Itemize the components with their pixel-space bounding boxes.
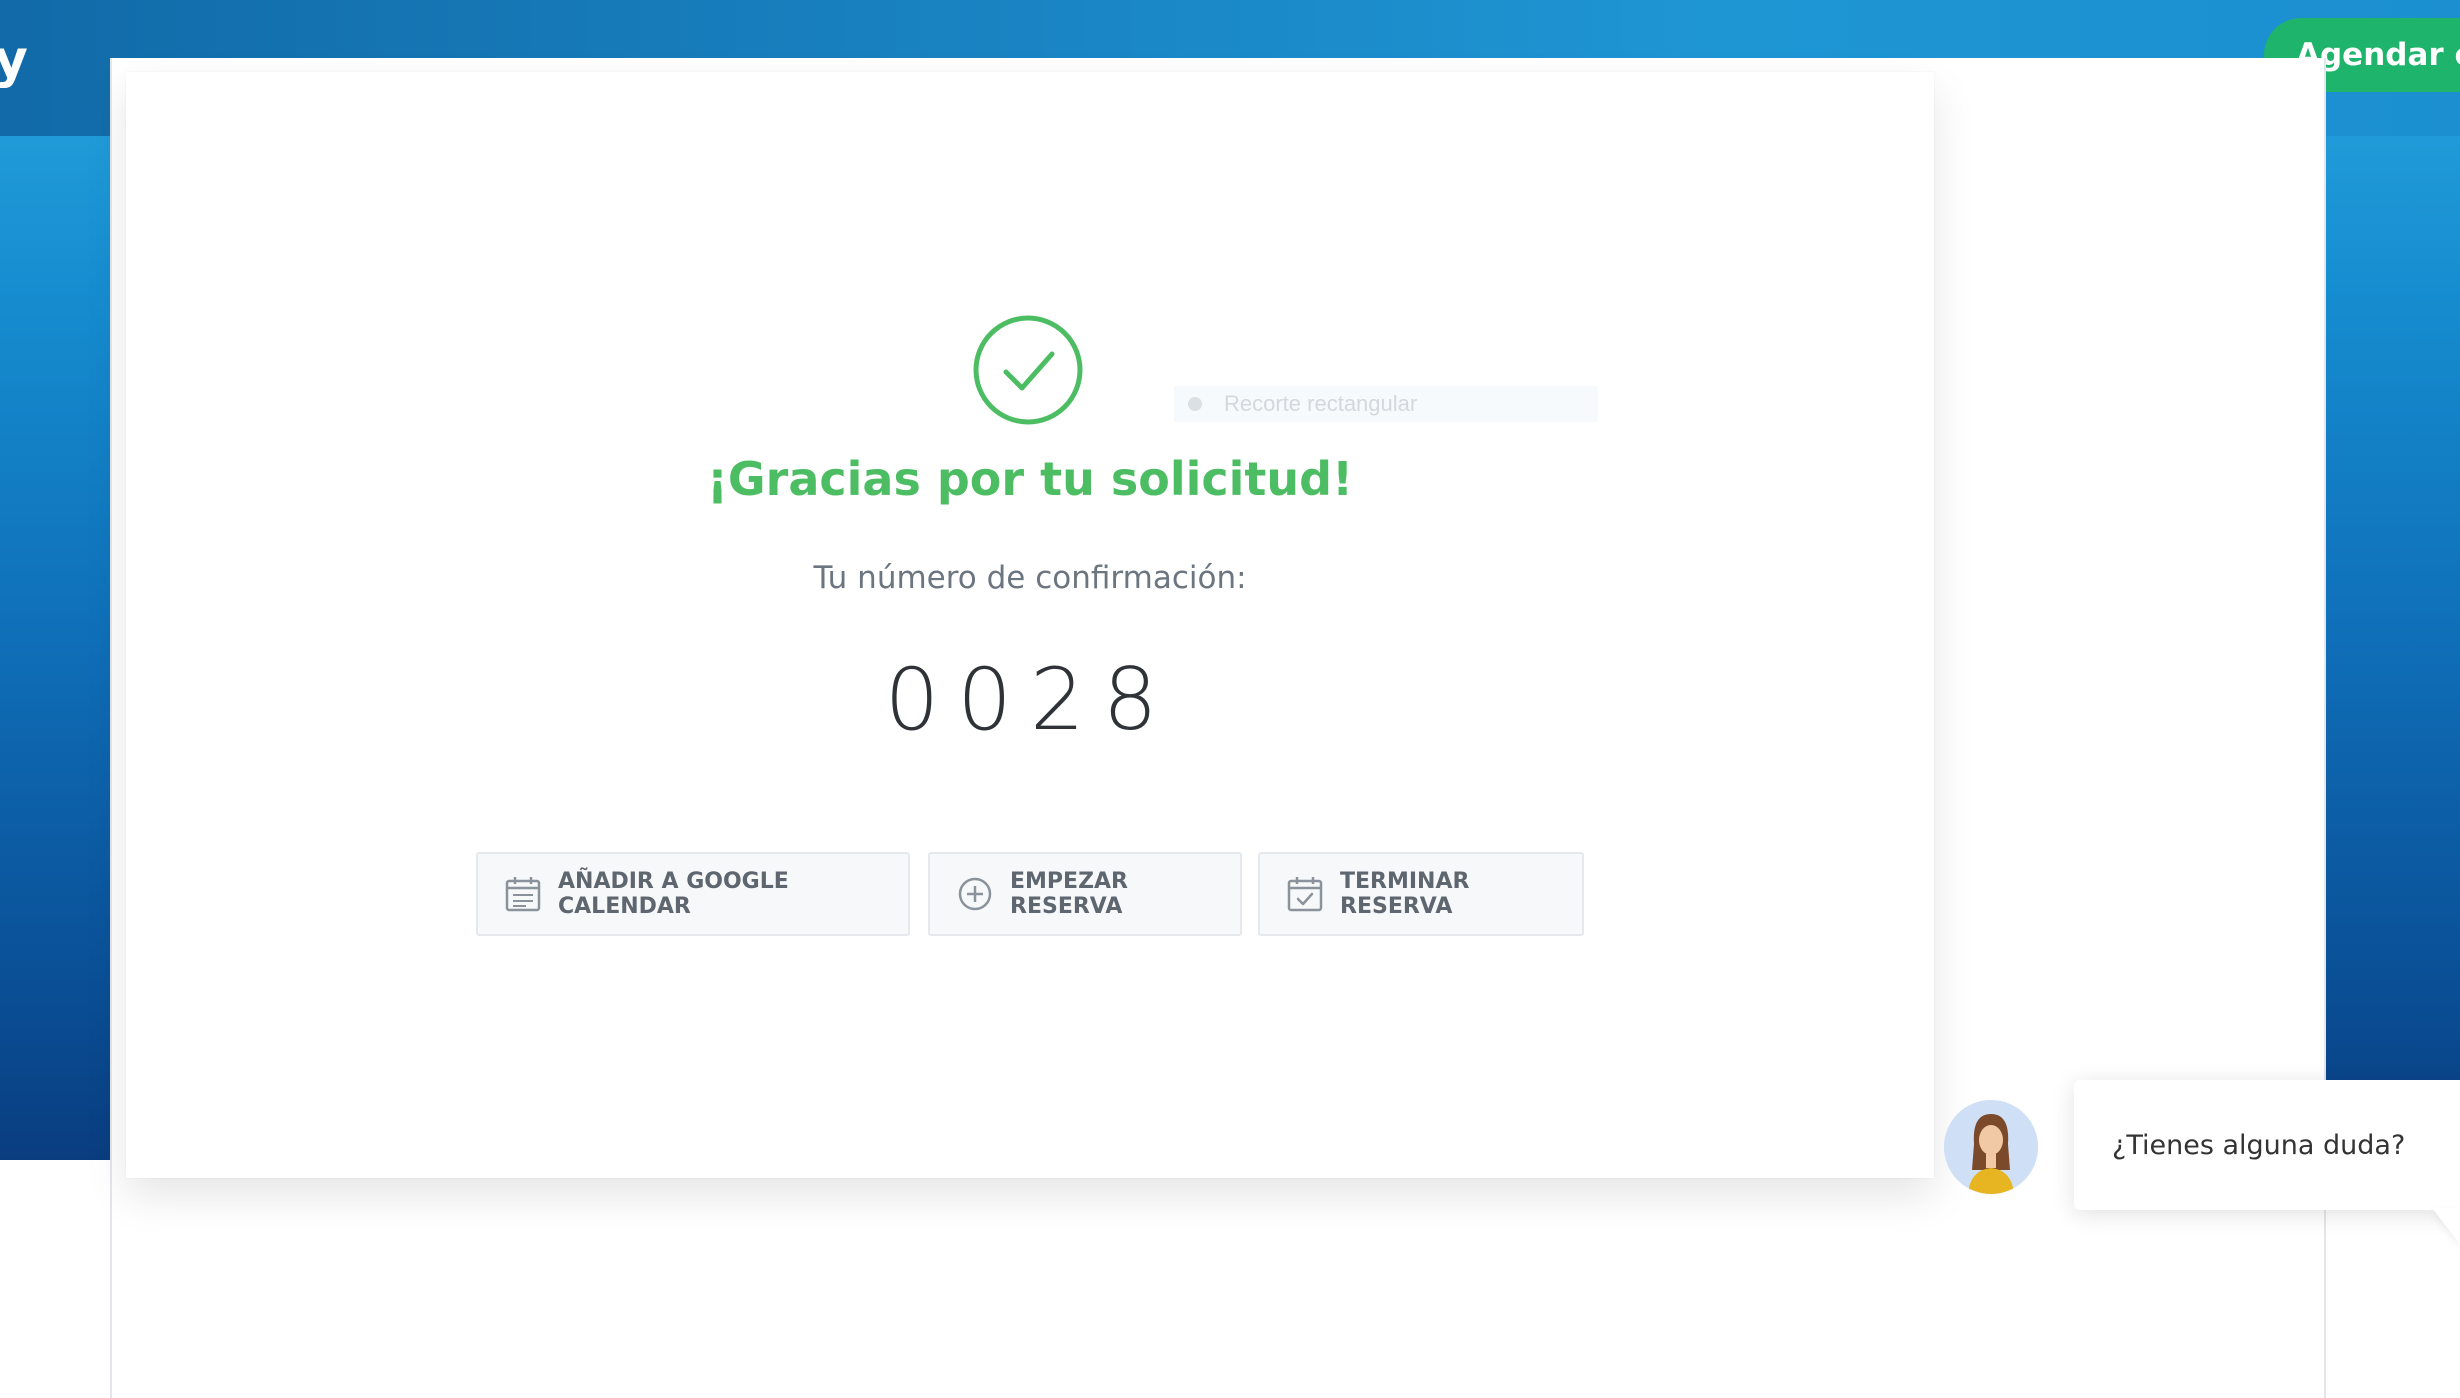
snip-tooltip-label: Recorte rectangular (1224, 391, 1418, 416)
start-booking-label: EMPEZAR RESERVA (1010, 869, 1128, 919)
thanks-title: ¡Gracias por tu solicitud! (706, 452, 1354, 506)
chat-prompt-text: ¿Tienes alguna duda? (2112, 1129, 2406, 1161)
add-google-calendar-button[interactable]: AÑADIR A GOOGLE CALENDAR (476, 852, 910, 936)
chat-prompt-bubble[interactable]: ¿Tienes alguna duda? (2074, 1080, 2460, 1210)
confirmation-card (126, 72, 1934, 1178)
calendar-check-icon (1286, 875, 1324, 913)
site-logo[interactable]: y (0, 30, 28, 90)
plus-circle-icon (956, 875, 994, 913)
finish-booking-button[interactable]: TERMINAR RESERVA (1258, 852, 1584, 936)
snip-dot-icon (1188, 397, 1202, 411)
calendar-icon (504, 875, 542, 913)
check-circle-icon (972, 314, 1084, 426)
chat-bubble-tail (2432, 1208, 2460, 1244)
confirmation-number: 0028 (884, 650, 1176, 750)
finish-booking-label: TERMINAR RESERVA (1340, 869, 1470, 919)
start-booking-button[interactable]: EMPEZAR RESERVA (928, 852, 1242, 936)
confirmation-number-label: Tu número de confirmación: (813, 560, 1247, 596)
snip-tooltip-overlay: Recorte rectangular (1174, 386, 1598, 422)
add-google-calendar-label: AÑADIR A GOOGLE CALENDAR (558, 869, 789, 919)
chat-agent-avatar[interactable] (1944, 1100, 2038, 1194)
